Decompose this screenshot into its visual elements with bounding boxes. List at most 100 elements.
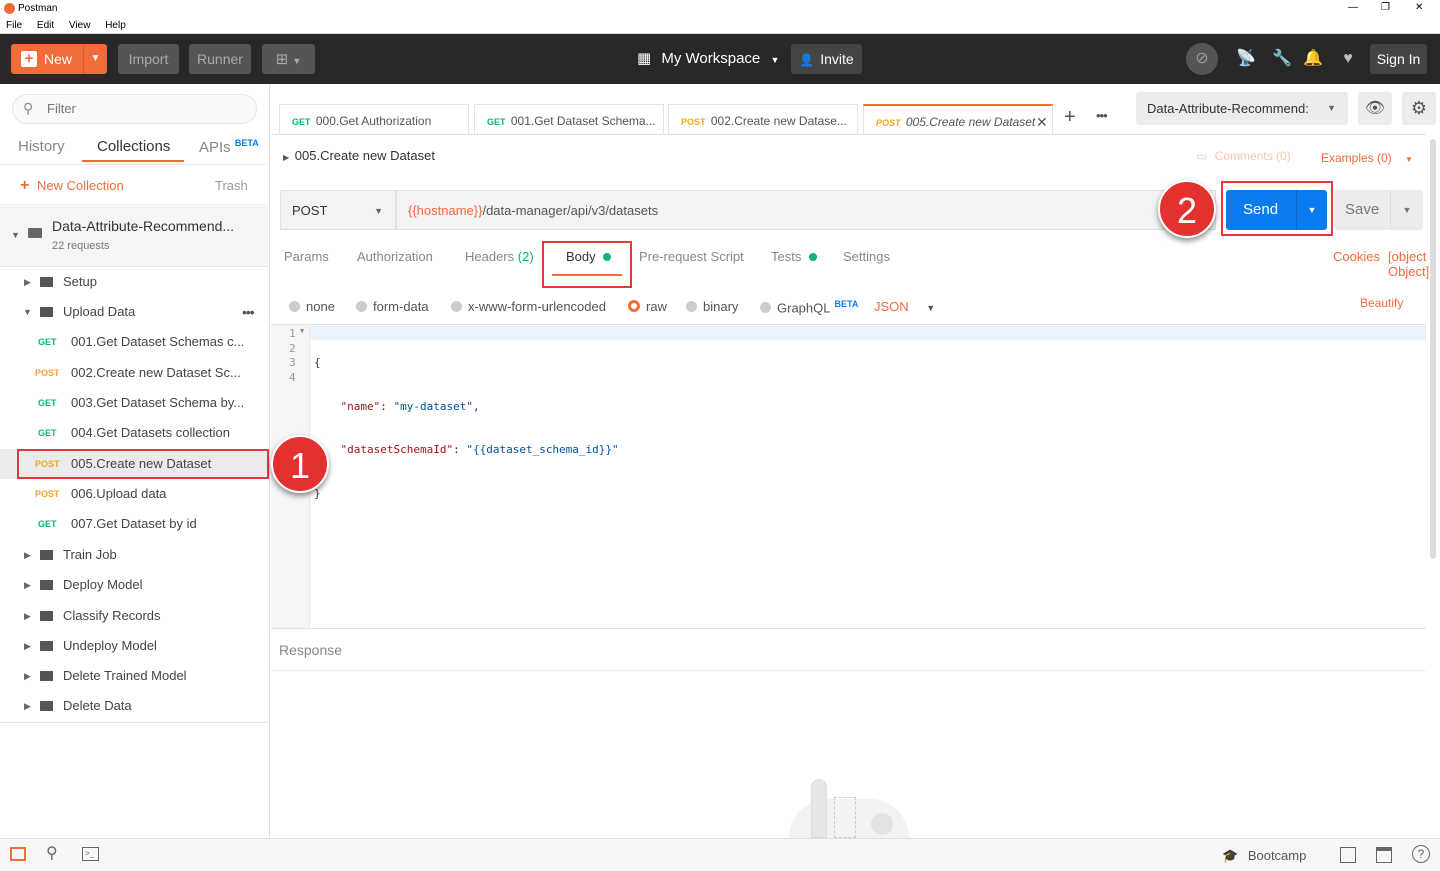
- fold-arrow-icon[interactable]: ▼: [300, 327, 304, 335]
- request-name[interactable]: ▶ 005.Create new Dataset: [283, 148, 435, 163]
- annotation-box-selected-request: [17, 449, 269, 479]
- request-tab[interactable]: POST 002.Create new Datase...: [668, 104, 858, 134]
- annotation-box-send: [1221, 181, 1333, 236]
- more-options-icon[interactable]: •••: [242, 297, 255, 327]
- tab-collections[interactable]: Collections: [97, 138, 170, 155]
- line-number: 1: [289, 327, 296, 340]
- code-content: { "name": "my-dataset", "datasetSchemaId…: [314, 356, 619, 500]
- close-tab-icon[interactable]: ✕: [1036, 106, 1048, 134]
- trash-link[interactable]: Trash: [215, 178, 248, 193]
- beautify-link[interactable]: Beautify: [1360, 296, 1403, 310]
- menu-file[interactable]: File: [6, 20, 22, 31]
- maximize-button[interactable]: ❐: [1381, 2, 1390, 13]
- toggle-sidebar-icon[interactable]: [10, 847, 26, 861]
- two-pane-icon[interactable]: [1340, 847, 1356, 863]
- new-window-button[interactable]: ⊞ ▼: [262, 44, 315, 74]
- request-tab[interactable]: GET 000.Get Authorization: [279, 104, 469, 134]
- line-number: 4: [289, 370, 296, 384]
- menu-help[interactable]: Help: [105, 20, 126, 31]
- folder-delete-trained-model[interactable]: ▶ Delete Trained Model: [0, 661, 268, 691]
- folder-upload-data[interactable]: ▼ Upload Data •••: [0, 297, 268, 327]
- bootcamp-link[interactable]: 🎓 Bootcamp: [1222, 848, 1306, 864]
- environment-select[interactable]: Data-Attribute-Recommend: ▼: [1136, 92, 1348, 125]
- tab-tests[interactable]: Tests: [771, 249, 817, 264]
- settings-gear-icon[interactable]: ⚙: [1402, 92, 1436, 125]
- method-select[interactable]: POST ▼: [280, 190, 396, 230]
- minimize-button[interactable]: —: [1348, 2, 1358, 13]
- import-button[interactable]: Import: [118, 44, 179, 74]
- list-item[interactable]: GET 003.Get Dataset Schema by...: [0, 388, 268, 418]
- tab-history[interactable]: History: [18, 138, 65, 155]
- plus-icon: +: [20, 177, 30, 194]
- list-item[interactable]: POST 002.Create new Dataset Sc...: [0, 358, 268, 388]
- tab-headers[interactable]: Headers (2): [465, 249, 534, 264]
- sign-in-button[interactable]: Sign In: [1370, 44, 1427, 74]
- workspace-switcher[interactable]: ▦ My Workspace ▼: [637, 44, 779, 74]
- scrollbar[interactable]: [1430, 139, 1436, 559]
- folder-icon: [40, 641, 53, 651]
- list-item[interactable]: GET 001.Get Dataset Schemas c...: [0, 327, 268, 357]
- folder-classify-records[interactable]: ▶ Classify Records: [0, 601, 268, 631]
- bell-icon[interactable]: 🔔: [1303, 44, 1323, 74]
- new-dropdown-icon[interactable]: ▼: [83, 44, 107, 74]
- find-icon[interactable]: ⚲: [46, 843, 58, 863]
- add-tab-icon[interactable]: +: [1064, 106, 1076, 129]
- format-select[interactable]: JSON ▼: [874, 299, 935, 314]
- radio-urlencoded[interactable]: x-www-form-urlencoded: [451, 299, 606, 314]
- chevron-down-icon: ▼: [770, 55, 780, 65]
- new-button[interactable]: + New ▼: [11, 44, 107, 74]
- folder-deploy-model[interactable]: ▶ Deploy Model: [0, 570, 268, 600]
- folder-setup[interactable]: ▶ Setup: [0, 267, 268, 297]
- radio-binary[interactable]: binary: [686, 299, 738, 314]
- tab-options-icon[interactable]: •••: [1096, 108, 1108, 123]
- folder-undeploy-model[interactable]: ▶ Undeploy Model: [0, 631, 268, 661]
- request-tab-active[interactable]: POST 005.Create new Dataset ✕: [863, 104, 1053, 134]
- cookies-link[interactable]: Cookies: [1333, 249, 1380, 264]
- radio-form-data[interactable]: form-data: [356, 299, 429, 314]
- sync-off-icon[interactable]: ⊘: [1186, 43, 1218, 75]
- folder-delete-data[interactable]: ▶ Delete Data: [0, 691, 268, 721]
- rocket-illustration-icon: [789, 779, 909, 838]
- code-editor[interactable]: 1 2 3 4 ▼ { "name": "my-dataset", "datas…: [271, 324, 1426, 629]
- radio-none[interactable]: none: [289, 299, 335, 314]
- tab-settings[interactable]: Settings: [843, 249, 890, 264]
- environment-quick-look-icon[interactable]: 👁: [1358, 92, 1392, 125]
- tab-authorization[interactable]: Authorization: [357, 249, 433, 264]
- filter-input[interactable]: [47, 101, 247, 116]
- invite-button[interactable]: 👤 Invite: [791, 44, 862, 74]
- wrench-icon[interactable]: 🔧: [1272, 44, 1292, 74]
- filter-input-wrap[interactable]: ⚲: [12, 94, 257, 124]
- heart-icon[interactable]: ♥: [1338, 44, 1358, 74]
- save-button[interactable]: Save ▼: [1334, 190, 1423, 230]
- menu-edit[interactable]: Edit: [37, 20, 54, 31]
- chevron-right-icon: ▶: [24, 611, 31, 621]
- close-window-button[interactable]: ✕: [1415, 2, 1423, 13]
- save-dropdown-icon[interactable]: ▼: [1390, 190, 1423, 230]
- search-icon: ⚲: [23, 100, 34, 116]
- request-tab[interactable]: GET 001.Get Dataset Schema...: [474, 104, 664, 134]
- list-item[interactable]: GET 004.Get Datasets collection: [0, 418, 268, 448]
- tab-pre-request-script[interactable]: Pre-request Script: [639, 249, 744, 264]
- folder-train-job[interactable]: ▶ Train Job: [0, 540, 268, 570]
- tab-params[interactable]: Params: [284, 249, 329, 264]
- comments-link[interactable]: ▭ Comments (0): [1196, 149, 1291, 163]
- browse-icon[interactable]: [1376, 847, 1392, 863]
- help-icon[interactable]: ?: [1412, 845, 1430, 863]
- collection-count: 22 requests: [52, 240, 110, 252]
- tab-apis[interactable]: APIs BETA: [199, 138, 259, 156]
- radio-raw[interactable]: raw: [628, 299, 667, 314]
- runner-button[interactable]: Runner: [189, 44, 251, 74]
- chevron-down-icon: ▼: [1327, 103, 1336, 113]
- folder-icon: [28, 228, 42, 238]
- examples-dropdown[interactable]: Examples (0) ▼: [1321, 151, 1413, 165]
- menu-view[interactable]: View: [69, 20, 91, 31]
- folder-icon: [40, 611, 53, 621]
- new-collection-button[interactable]: + New Collection: [20, 177, 124, 195]
- console-icon[interactable]: >_: [82, 847, 99, 861]
- url-input[interactable]: {{hostname}}/data-manager/api/v3/dataset…: [396, 190, 1216, 230]
- radio-graphql[interactable]: GraphQL BETA: [760, 299, 858, 315]
- satellite-icon[interactable]: 📡: [1236, 44, 1256, 74]
- collection-header[interactable]: ▼ Data-Attribute-Recommend... 22 request…: [0, 206, 268, 266]
- list-item[interactable]: GET 007.Get Dataset by id: [0, 509, 268, 539]
- list-item[interactable]: POST 006.Upload data: [0, 479, 268, 509]
